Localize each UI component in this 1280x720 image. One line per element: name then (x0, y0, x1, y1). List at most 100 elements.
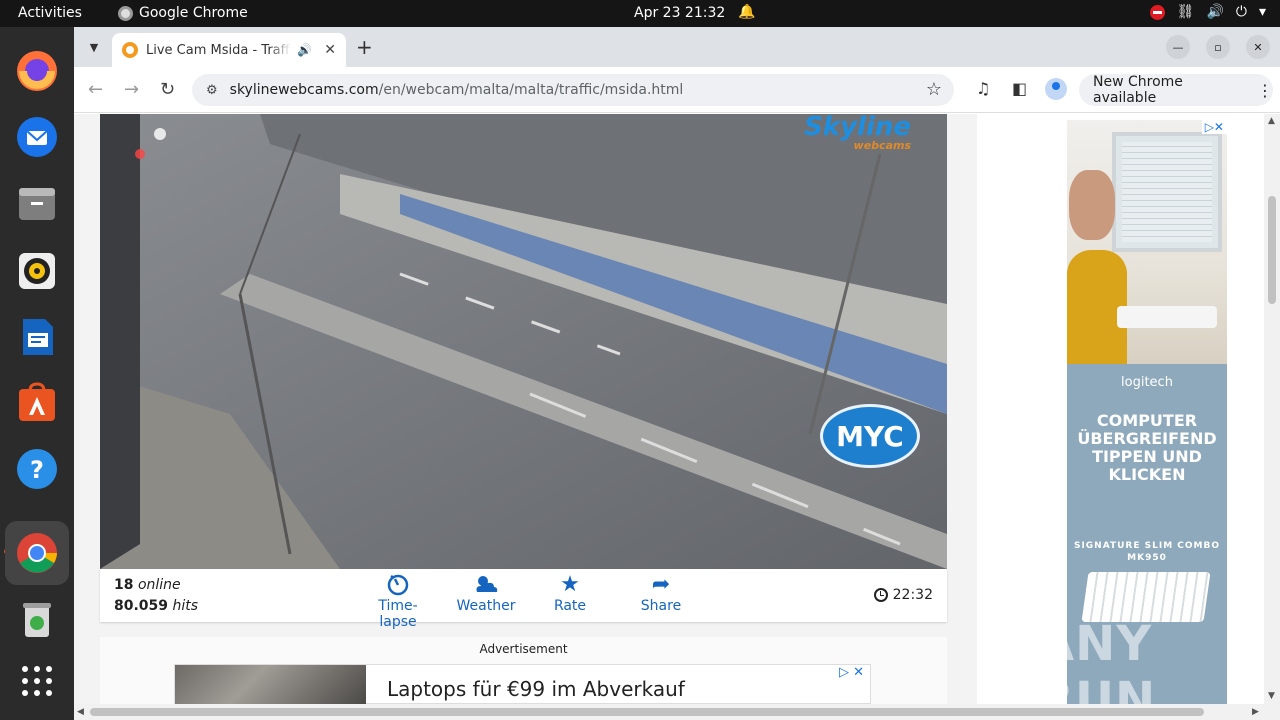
recording-indicator-icon[interactable] (1149, 4, 1165, 20)
address-bar[interactable]: ⚙ skylinewebcams.com/en/webcam/malta/mal… (192, 74, 954, 106)
update-label: New Chrome available (1093, 74, 1183, 106)
url-host: skylinewebcams.com (229, 82, 379, 98)
dock-trash[interactable] (13, 595, 61, 643)
weather-icon (454, 572, 518, 598)
weather-button[interactable]: Weather (454, 572, 518, 614)
restore-icon: ▫ (1214, 40, 1222, 54)
forward-button[interactable]: → (124, 79, 139, 100)
dock-firefox[interactable] (13, 47, 61, 95)
dock-rhythmbox[interactable] (13, 247, 61, 295)
rhythmbox-icon (19, 253, 55, 289)
vertical-scrollbar[interactable]: ▲ ▼ (1264, 114, 1280, 704)
browser-toolbar: ← → ↻ ⚙ skylinewebcams.com/en/webcam/mal… (74, 67, 1280, 113)
reload-button[interactable]: ↻ (160, 79, 175, 100)
minimize-button[interactable]: — (1166, 35, 1190, 59)
dock-app-grid[interactable] (13, 657, 61, 705)
firefox-icon (17, 51, 57, 91)
profile-avatar[interactable] (1045, 78, 1067, 100)
dock-thunderbird[interactable] (13, 113, 61, 161)
tab-strip: ▼ Live Cam Msida - Traffic 🔊 ✕ + — ▫ ✕ (74, 27, 1280, 67)
webcam-player[interactable]: Skyline webcams MYC (100, 114, 947, 569)
tab-search-button[interactable]: ▼ (82, 35, 106, 59)
activities-button[interactable]: Activities (18, 5, 82, 21)
clock-icon (873, 588, 888, 602)
help-icon: ? (17, 449, 57, 489)
horizontal-scrollbar[interactable]: ◀ ▶ (74, 704, 1280, 720)
notification-bell-icon: 🔔 (738, 4, 756, 20)
anyrun-watermark: ANY RUN (1037, 616, 1157, 704)
dock-help[interactable]: ? (13, 445, 61, 493)
share-label: Share (640, 598, 682, 614)
system-tray[interactable]: ⛓ 🔊 ⏻ ▾ (1149, 4, 1266, 20)
ad-thumbnail (175, 665, 366, 704)
ad-choices-icon[interactable]: ▷✕ (1201, 120, 1227, 134)
close-tab-icon[interactable]: ✕ (324, 42, 336, 58)
close-icon: ✕ (1253, 40, 1263, 54)
ad-product-name: SIGNATURE SLIM COMBO MK950 (1073, 541, 1221, 563)
minimize-icon: — (1172, 40, 1184, 54)
skyline-logo-text: Skyline (804, 114, 911, 142)
ad-brand: logitech (1121, 375, 1173, 390)
timelapse-label: Time-lapse (378, 598, 418, 630)
ad-headline: Laptops für €99 im Abverkauf (387, 677, 685, 701)
timelapse-button[interactable]: Time-lapse (360, 572, 436, 630)
chrome-window: ▼ Live Cam Msida - Traffic 🔊 ✕ + — ▫ ✕ ←… (74, 27, 1280, 720)
local-time: 22:32 (873, 587, 933, 603)
media-controls-icon[interactable]: ♫ (976, 79, 990, 98)
app-menu[interactable]: Google Chrome (118, 5, 248, 21)
page-content: Skyline webcams MYC 18 online 80.059 hit… (74, 114, 1264, 704)
tab-title: Live Cam Msida - Traffic (146, 42, 292, 58)
myc-logo: MYC (820, 404, 920, 468)
app-name: Google Chrome (139, 5, 248, 21)
scroll-down-icon[interactable]: ▼ (1268, 691, 1275, 701)
ad-keyboard-photo (1117, 306, 1217, 328)
system-clock[interactable]: Apr 23 21:32 (634, 5, 725, 21)
chrome-update-button[interactable]: New Chrome available ⋮ (1079, 74, 1273, 106)
scroll-right-icon[interactable]: ▶ (1252, 707, 1259, 717)
system-top-bar: Activities Google Chrome Apr 23 21:32 🔔 … (0, 0, 1280, 27)
car-headlight (154, 128, 166, 140)
dock-files[interactable] (13, 180, 61, 228)
back-button[interactable]: ← (88, 79, 103, 100)
local-time-value: 22:32 (892, 587, 933, 603)
site-info-icon[interactable]: ⚙ (206, 83, 218, 98)
ad-keyboard-image (1081, 572, 1211, 622)
left-building (100, 114, 140, 569)
chrome-icon (17, 533, 57, 573)
horizontal-scroll-thumb[interactable] (90, 708, 1204, 716)
skyline-logo: Skyline webcams (804, 114, 911, 151)
power-icon: ⏻ (1235, 4, 1247, 20)
bookmark-star-icon[interactable]: ☆ (926, 79, 942, 100)
online-count: 18 online (114, 577, 181, 593)
side-panel-icon[interactable]: ◧ (1012, 79, 1027, 98)
url-path: /en/webcam/malta/malta/traffic/msida.htm… (378, 82, 684, 98)
scroll-left-icon[interactable]: ◀ (77, 707, 84, 717)
dock-app-center[interactable] (13, 379, 61, 427)
maximize-button[interactable]: ▫ (1206, 35, 1230, 59)
ad-person (1069, 170, 1115, 240)
hits-number: 80.059 (114, 598, 169, 614)
app-grid-icon (22, 666, 52, 696)
close-window-button[interactable]: ✕ (1246, 35, 1270, 59)
audio-playing-icon[interactable]: 🔊 (297, 43, 312, 57)
vertical-scroll-thumb[interactable] (1268, 196, 1276, 304)
advertisement-label: Advertisement (479, 642, 568, 656)
hit-count: 80.059 hits (114, 598, 198, 614)
window-controls: — ▫ ✕ (1166, 35, 1270, 59)
rate-label: Rate (553, 598, 587, 614)
ad-choices-icon[interactable]: ▷ ✕ (839, 665, 864, 680)
rate-button[interactable]: ★ Rate (546, 572, 594, 614)
trash-icon (23, 603, 51, 637)
share-button[interactable]: ➦ Share (630, 572, 692, 614)
scroll-up-icon[interactable]: ▲ (1268, 116, 1275, 126)
ad-monitor (1112, 132, 1222, 252)
tab-active[interactable]: Live Cam Msida - Traffic 🔊 ✕ (112, 33, 346, 67)
skyline-favicon-icon (122, 42, 138, 58)
new-tab-button[interactable]: + (356, 35, 373, 59)
files-icon (19, 188, 55, 220)
app-center-icon (19, 382, 55, 421)
dock-chrome[interactable] (5, 521, 69, 585)
dock-writer[interactable] (13, 313, 61, 361)
star-icon: ★ (560, 572, 580, 597)
bottom-ad-banner[interactable]: Laptops für €99 im Abverkauf ▷ ✕ (174, 664, 871, 704)
